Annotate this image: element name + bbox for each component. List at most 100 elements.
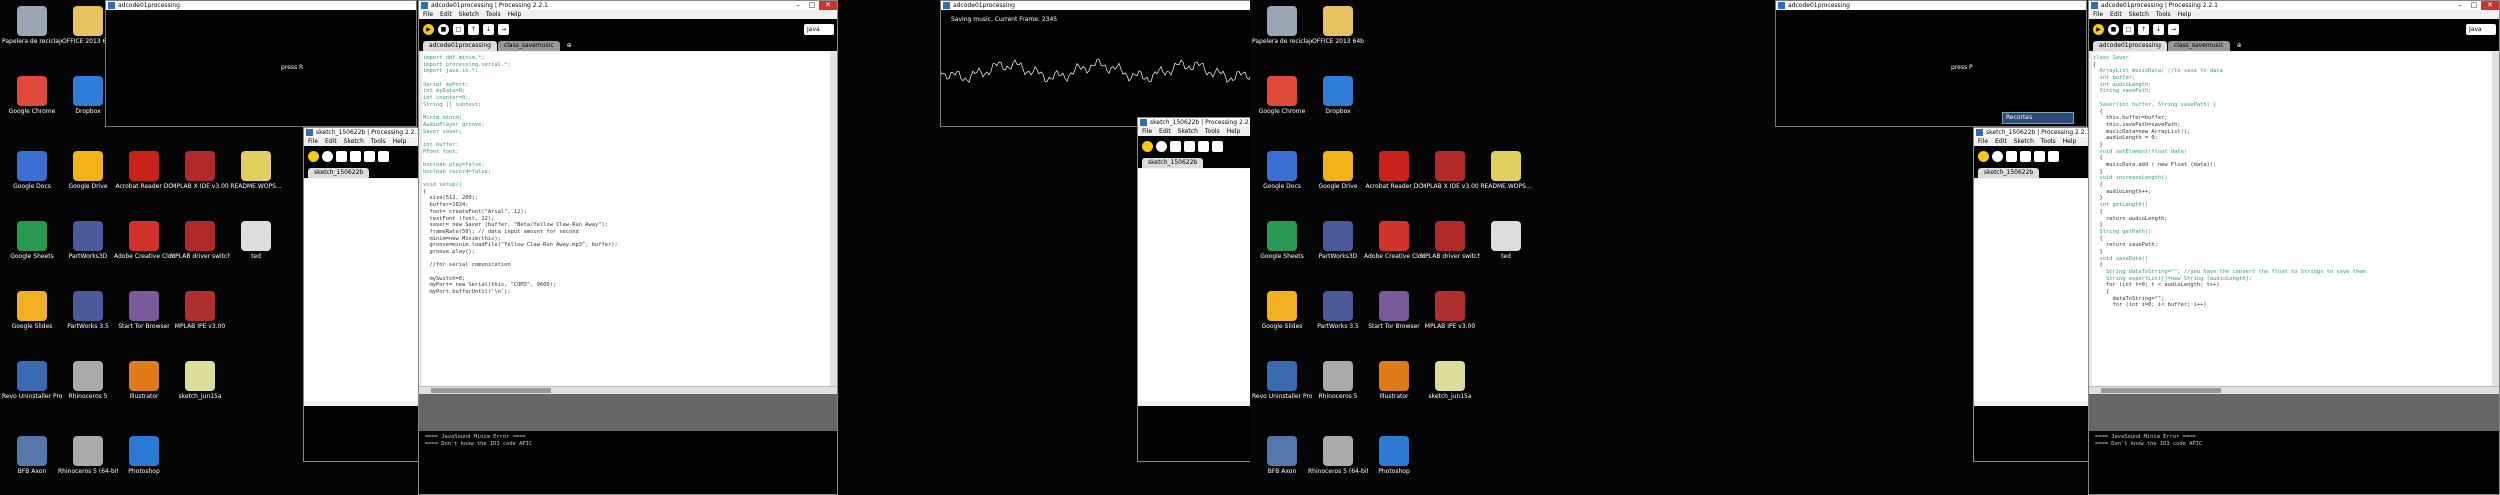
new-button[interactable]: □ [453,24,464,35]
minimize-button[interactable]: – [2453,1,2467,10]
window-title-bar[interactable]: sketch_150622b | Processing 2.2.1 [304,128,420,137]
menu-item-file[interactable]: File [423,10,433,19]
desktop-icon[interactable]: Rhinoceros 5 (64-bit) [1308,436,1368,475]
editor-vertical-scrollbar[interactable] [830,52,837,386]
run-button[interactable] [1142,141,1153,152]
desktop-icon[interactable]: PartWorks 3.5 [1308,291,1368,330]
tab-adcode01processing[interactable]: adcode01processing [2093,41,2167,51]
run-button[interactable]: ▶ [2093,24,2104,35]
menu-item-help[interactable]: Help [2178,10,2192,19]
menu-item-sketch[interactable]: Sketch [459,10,479,19]
stop-button[interactable]: ■ [438,24,449,35]
stop-button[interactable]: ■ [2108,24,2119,35]
code-editor[interactable] [304,179,420,401]
open-button[interactable]: ↑ [468,24,479,35]
desktop-icon[interactable]: PartWorks3D [1308,221,1368,260]
save-button[interactable]: ↓ [483,24,494,35]
desktop-icon[interactable]: sketch_jun15a [170,361,230,400]
desktop-icon[interactable]: Google Sheets [1252,221,1312,260]
new-tab-button[interactable]: ⊕ [561,41,578,51]
code-editor[interactable]: import ddf.minim.*; import processing.ser… [419,52,837,386]
desktop-icon[interactable]: Dropbox [1308,76,1368,115]
desktop-icon[interactable]: MPLAB IPE v3.00 [1420,291,1480,330]
save-button[interactable] [2034,151,2045,162]
desktop-icon[interactable]: Adobe Creative Cloud [1364,221,1424,260]
menu-item-file[interactable]: File [2093,10,2103,19]
menu-item-edit[interactable]: Edit [2110,10,2122,19]
desktop-icon[interactable]: Rhinoceros 5 [1308,361,1368,400]
mode-selector[interactable]: Java [2466,24,2496,35]
open-button[interactable] [2020,151,2031,162]
stop-button[interactable] [1156,141,1167,152]
menu-item-tools[interactable]: Tools [2156,10,2171,19]
desktop-icon[interactable]: BFB Axon [2,436,62,475]
menu-item-edit[interactable]: Edit [1159,127,1171,136]
close-button[interactable]: ✕ [2481,1,2499,10]
menu-item-sketch[interactable]: Sketch [344,137,364,146]
run-button[interactable] [1978,151,1989,162]
menu-item-file[interactable]: File [1978,137,1988,146]
desktop-icon[interactable]: MPLAB X IDE v3.00 [170,151,230,190]
desktop-icon[interactable]: ted [1476,221,1536,260]
code-editor[interactable]: class Saver{ ArrayList musicData; //to s… [2089,52,2499,386]
window-title-bar[interactable]: adcode01processing [106,1,416,10]
run-button[interactable] [308,151,319,162]
desktop-icon[interactable]: Illustrator [114,361,174,400]
export-button[interactable] [378,151,389,162]
menu-item-tools[interactable]: Tools [1205,127,1220,136]
code-editor[interactable] [1138,169,1250,401]
menu-item-sketch[interactable]: Sketch [2129,10,2149,19]
desktop-icon[interactable]: Google Slides [2,291,62,330]
menu-item-help[interactable]: Help [393,137,407,146]
menu-item-sketch[interactable]: Sketch [1178,127,1198,136]
new-tab-button[interactable]: ⊕ [2231,41,2248,51]
menu-item-edit[interactable]: Edit [440,10,452,19]
scrollbar-thumb[interactable] [2101,388,2221,393]
desktop-icon[interactable]: ted [226,221,286,260]
desktop-icon[interactable]: BFB Axon [1252,436,1312,475]
window-title-bar[interactable]: sketch_150622b | Processing 2.2.1 [1138,118,1250,127]
window-title-bar[interactable]: sketch_150622b | Processing 2.2.1 [1974,128,2090,137]
desktop-icon[interactable]: Google Docs [1252,151,1312,190]
desktop-icon[interactable]: Google Slides [1252,291,1312,330]
open-button[interactable]: ↑ [2138,24,2149,35]
save-button[interactable]: ↓ [2153,24,2164,35]
tab-sketch[interactable]: sketch_150622b [308,168,370,178]
menu-item-help[interactable]: Help [1227,127,1241,136]
code-editor[interactable] [1974,179,2090,401]
tab-sketch[interactable]: sketch_150622b [1978,168,2040,178]
close-button[interactable]: ✕ [819,1,837,10]
scrollbar-thumb[interactable] [431,388,551,393]
desktop-icon[interactable]: README.WOPS... [226,151,286,190]
desktop-icon[interactable]: Rhinoceros 5 (64-bit) [58,436,118,475]
desktop-icon[interactable]: PartWorks 3.5 [58,291,118,330]
menu-item-tools[interactable]: Tools [371,137,386,146]
desktop-icon[interactable]: MPLAB IPE v3.00 [170,291,230,330]
export-button[interactable]: → [2168,24,2179,35]
window-title-bar[interactable]: adcode01processing [941,1,1250,10]
desktop-icon[interactable]: Rhinoceros 5 [58,361,118,400]
menu-item-tools[interactable]: Tools [486,10,501,19]
editor-horizontal-scrollbar[interactable] [2089,386,2499,394]
desktop-icon[interactable]: Acrobat Reader DC [114,151,174,190]
desktop-icon[interactable]: Photoshop [114,436,174,475]
menu-item-edit[interactable]: Edit [1995,137,2007,146]
menu-item-edit[interactable]: Edit [325,137,337,146]
new-button[interactable] [1170,141,1181,152]
tab-sketch[interactable]: sketch_150622b [1142,158,1204,168]
mode-selector[interactable]: Java [804,24,834,35]
desktop-icon[interactable]: MPLAB driver switcher [170,221,230,260]
desktop-icon[interactable]: Papelera de reciclaje [1252,6,1312,45]
tab-class_savemusic[interactable]: class_savemusic [497,41,560,51]
desktop-icon[interactable]: Start Tor Browser [1364,291,1424,330]
menu-item-file[interactable]: File [1142,127,1152,136]
stop-button[interactable] [322,151,333,162]
new-button[interactable] [2006,151,2017,162]
snipping-tool-window[interactable]: Recortes [2002,112,2074,124]
menu-item-sketch[interactable]: Sketch [2014,137,2034,146]
menu-item-help[interactable]: Help [2063,137,2077,146]
menu-item-file[interactable]: File [308,137,318,146]
stop-button[interactable] [1992,151,2003,162]
desktop-icon[interactable]: Acrobat Reader DC [1364,151,1424,190]
tab-class_savemusic[interactable]: class_savemusic [2167,41,2230,51]
